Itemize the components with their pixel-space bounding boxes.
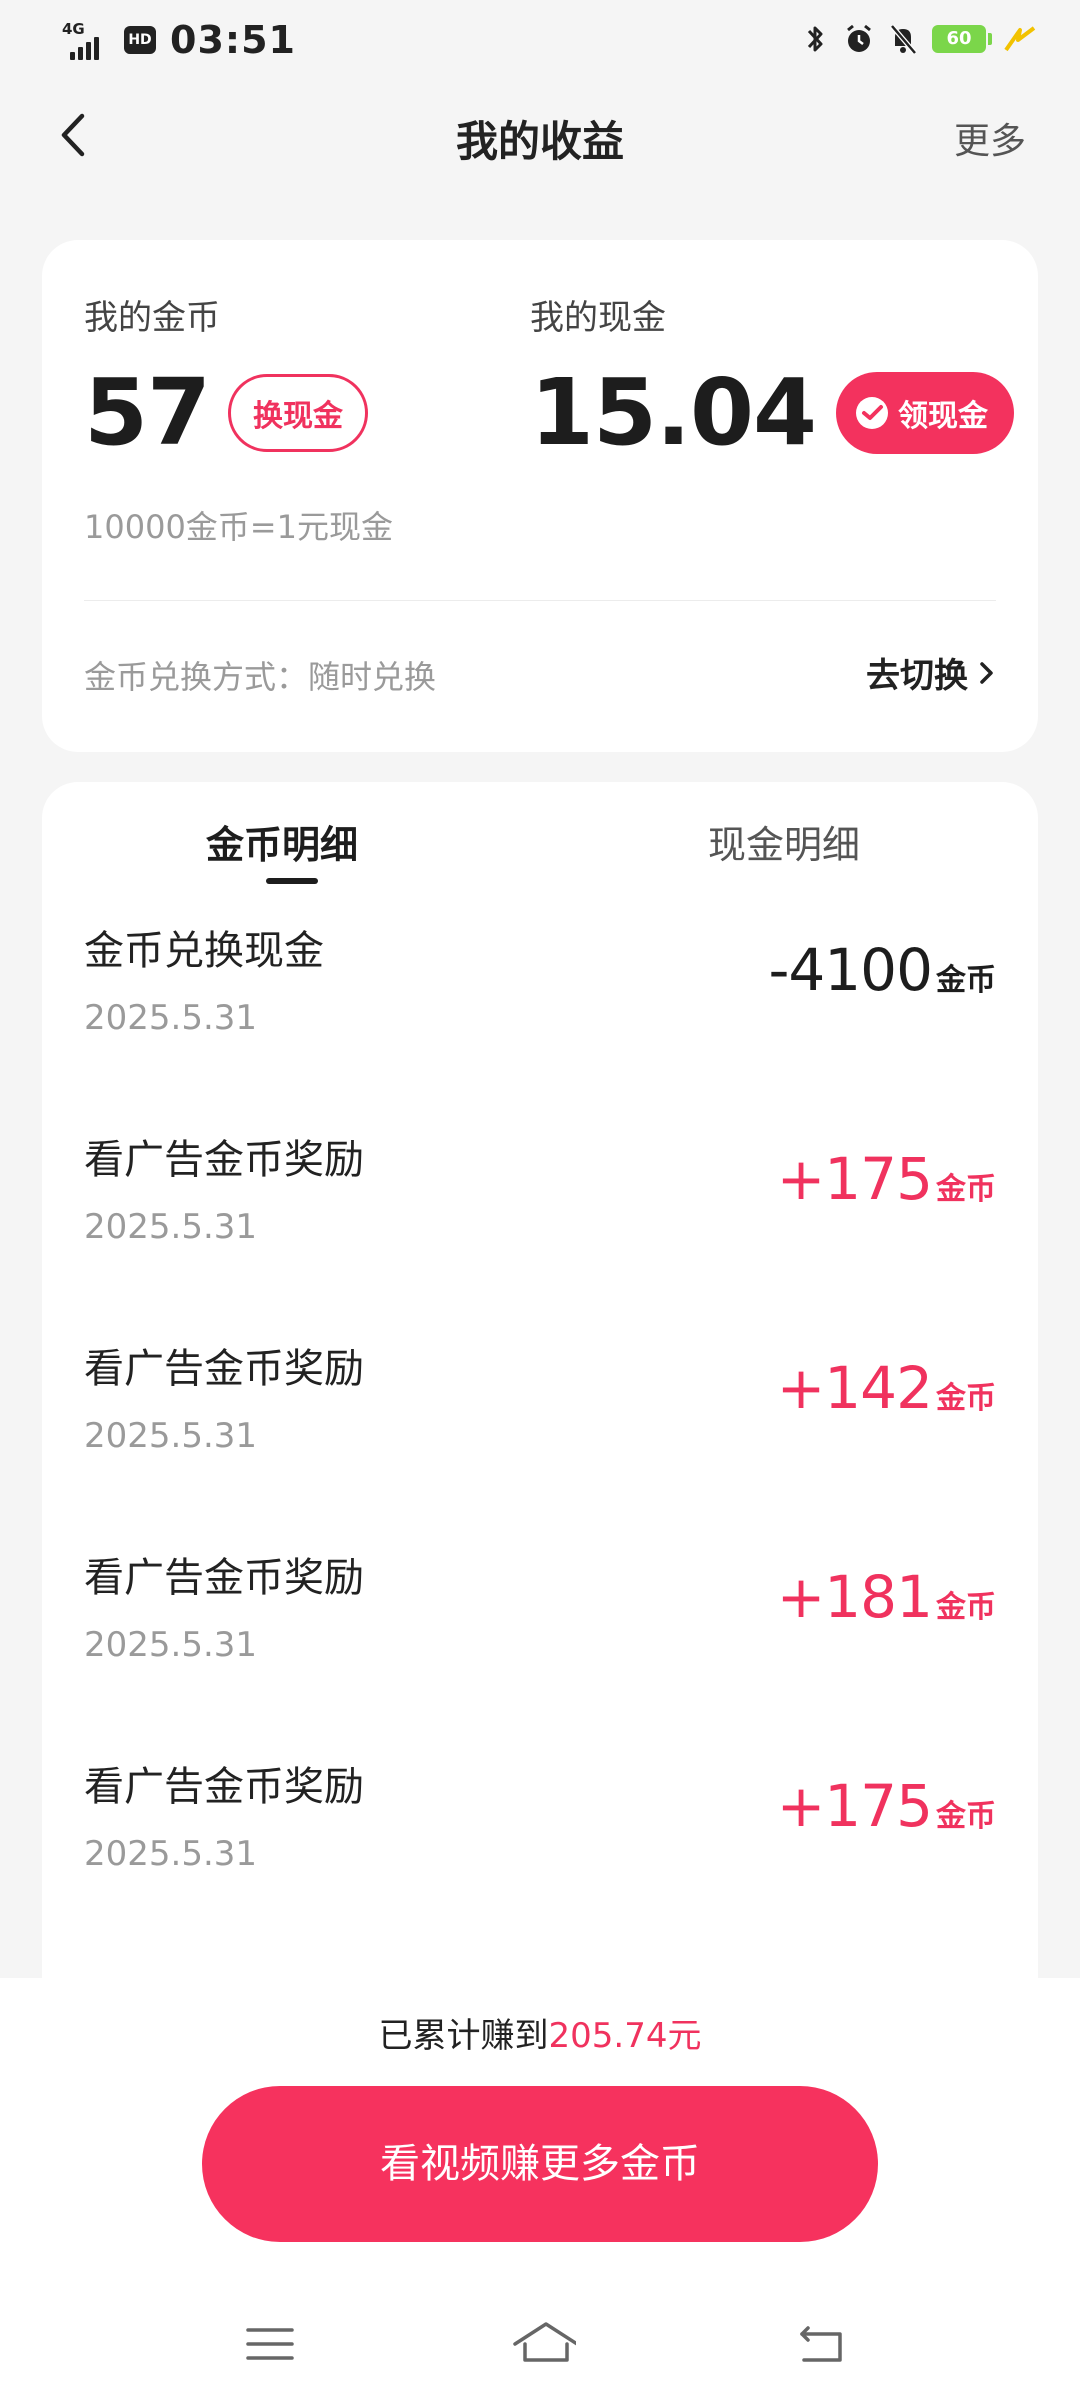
record-title: 看广告金币奖励 — [84, 1346, 364, 1392]
status-right: 60 — [800, 22, 1040, 56]
claim-cash-label: 领现金 — [898, 399, 989, 434]
details-card: 金币明细 现金明细 金币兑换现金 2025.5.31 -4100 金币 看广告金… — [42, 782, 1038, 1982]
system-nav-bar — [0, 2290, 1080, 2400]
switch-method-link[interactable]: 去切换 — [866, 648, 998, 697]
exchange-rate-text: 10000金币=1元现金 — [84, 508, 393, 546]
chevron-right-icon — [980, 661, 993, 684]
record-amount: +181 金币 — [777, 1563, 996, 1631]
record-amount-value: -4100 — [768, 936, 933, 1004]
details-tabs: 金币明细 现金明细 — [42, 782, 1038, 892]
record-amount-unit: 金币 — [936, 963, 996, 998]
status-bar: 4G HD 03:51 60 — [0, 0, 1080, 80]
status-time: 03:51 — [170, 18, 296, 62]
record-date: 2025.5.31 — [84, 998, 258, 1038]
cash-value: 15.04 — [530, 359, 817, 466]
tab-coin-details[interactable]: 金币明细 — [206, 814, 358, 869]
list-item: 看广告金币奖励 2025.5.31 +175 金币 — [42, 1728, 1038, 1937]
record-date: 2025.5.31 — [84, 1625, 258, 1665]
page-header: 我的收益 更多 — [0, 90, 1080, 180]
list-item: 看广告金币奖励 2025.5.31 +175 金币 — [42, 1101, 1038, 1310]
exchange-cash-button[interactable]: 换现金 — [228, 374, 369, 452]
list-item: 看广告金币奖励 2025.5.31 +181 金币 — [42, 1519, 1038, 1728]
total-earned-amount: 205.74元 — [548, 2016, 702, 2056]
record-amount-value: +181 — [776, 1563, 933, 1631]
total-earned-label: 已累计赚到 — [378, 2016, 549, 2056]
coins-section: 我的金币 57 换现金 — [84, 290, 369, 466]
exchange-method-text: 金币兑换方式：随时兑换 — [84, 658, 437, 696]
switch-method-label: 去切换 — [866, 656, 968, 696]
record-date: 2025.5.31 — [84, 1416, 258, 1456]
record-amount-unit: 金币 — [936, 1799, 996, 1834]
coins-value: 57 — [84, 359, 211, 466]
battery-icon: 60 — [932, 25, 992, 53]
record-amount: +175 金币 — [777, 1772, 996, 1840]
wechat-pay-icon — [856, 397, 889, 429]
claim-cash-button[interactable]: 领现金 — [836, 372, 1015, 454]
record-amount: +175 金币 — [777, 1145, 996, 1213]
earnings-summary-card: 我的金币 57 换现金 我的现金 15.04 领现金 10000金币=1元现金 … — [42, 240, 1038, 752]
menu-icon[interactable] — [240, 2314, 300, 2374]
record-amount-unit: 金币 — [936, 1590, 996, 1625]
total-earned: 已累计赚到205.74元 — [0, 2008, 1080, 2057]
record-title: 看广告金币奖励 — [84, 1555, 364, 1601]
hd-badge: HD — [124, 26, 156, 54]
exchange-cash-label: 换现金 — [253, 399, 344, 434]
status-left: 4G HD 03:51 — [62, 18, 296, 62]
system-back-icon[interactable] — [794, 2314, 854, 2374]
divider — [84, 600, 996, 601]
coins-label: 我的金币 — [84, 298, 220, 338]
record-title: 金币兑换现金 — [84, 928, 324, 974]
record-amount-value: +142 — [776, 1354, 933, 1422]
alarm-icon — [847, 24, 871, 52]
record-amount-unit: 金币 — [936, 1172, 996, 1207]
charging-icon — [1004, 26, 1036, 52]
more-button[interactable]: 更多 — [954, 112, 1026, 164]
signal-icon: 4G — [62, 20, 110, 60]
record-title: 看广告金币奖励 — [84, 1764, 364, 1810]
coin-records-list: 金币兑换现金 2025.5.31 -4100 金币 看广告金币奖励 2025.5… — [42, 892, 1038, 1937]
record-title: 看广告金币奖励 — [84, 1137, 364, 1183]
watch-video-earn-button[interactable]: 看视频赚更多金币 — [202, 2086, 878, 2242]
cash-section: 我的现金 15.04 领现金 — [530, 290, 1015, 466]
record-date: 2025.5.31 — [84, 1834, 258, 1874]
tab-cash-details[interactable]: 现金明细 — [708, 814, 860, 869]
network-type: 4G — [62, 20, 85, 38]
list-item: 看广告金币奖励 2025.5.31 +142 金币 — [42, 1310, 1038, 1519]
page-title: 我的收益 — [455, 117, 624, 166]
mute-bell-icon — [890, 24, 917, 55]
home-icon[interactable] — [506, 2314, 576, 2374]
record-amount-value: +175 — [776, 1145, 933, 1213]
bluetooth-icon — [807, 26, 823, 52]
list-item: 金币兑换现金 2025.5.31 -4100 金币 — [42, 892, 1038, 1101]
record-amount-unit: 金币 — [936, 1381, 996, 1416]
cash-label: 我的现金 — [530, 298, 666, 338]
record-amount: -4100 金币 — [768, 936, 996, 1004]
active-tab-indicator — [266, 878, 318, 884]
record-amount: +142 金币 — [777, 1354, 996, 1422]
record-date: 2025.5.31 — [84, 1207, 258, 1247]
record-amount-value: +175 — [776, 1772, 933, 1840]
